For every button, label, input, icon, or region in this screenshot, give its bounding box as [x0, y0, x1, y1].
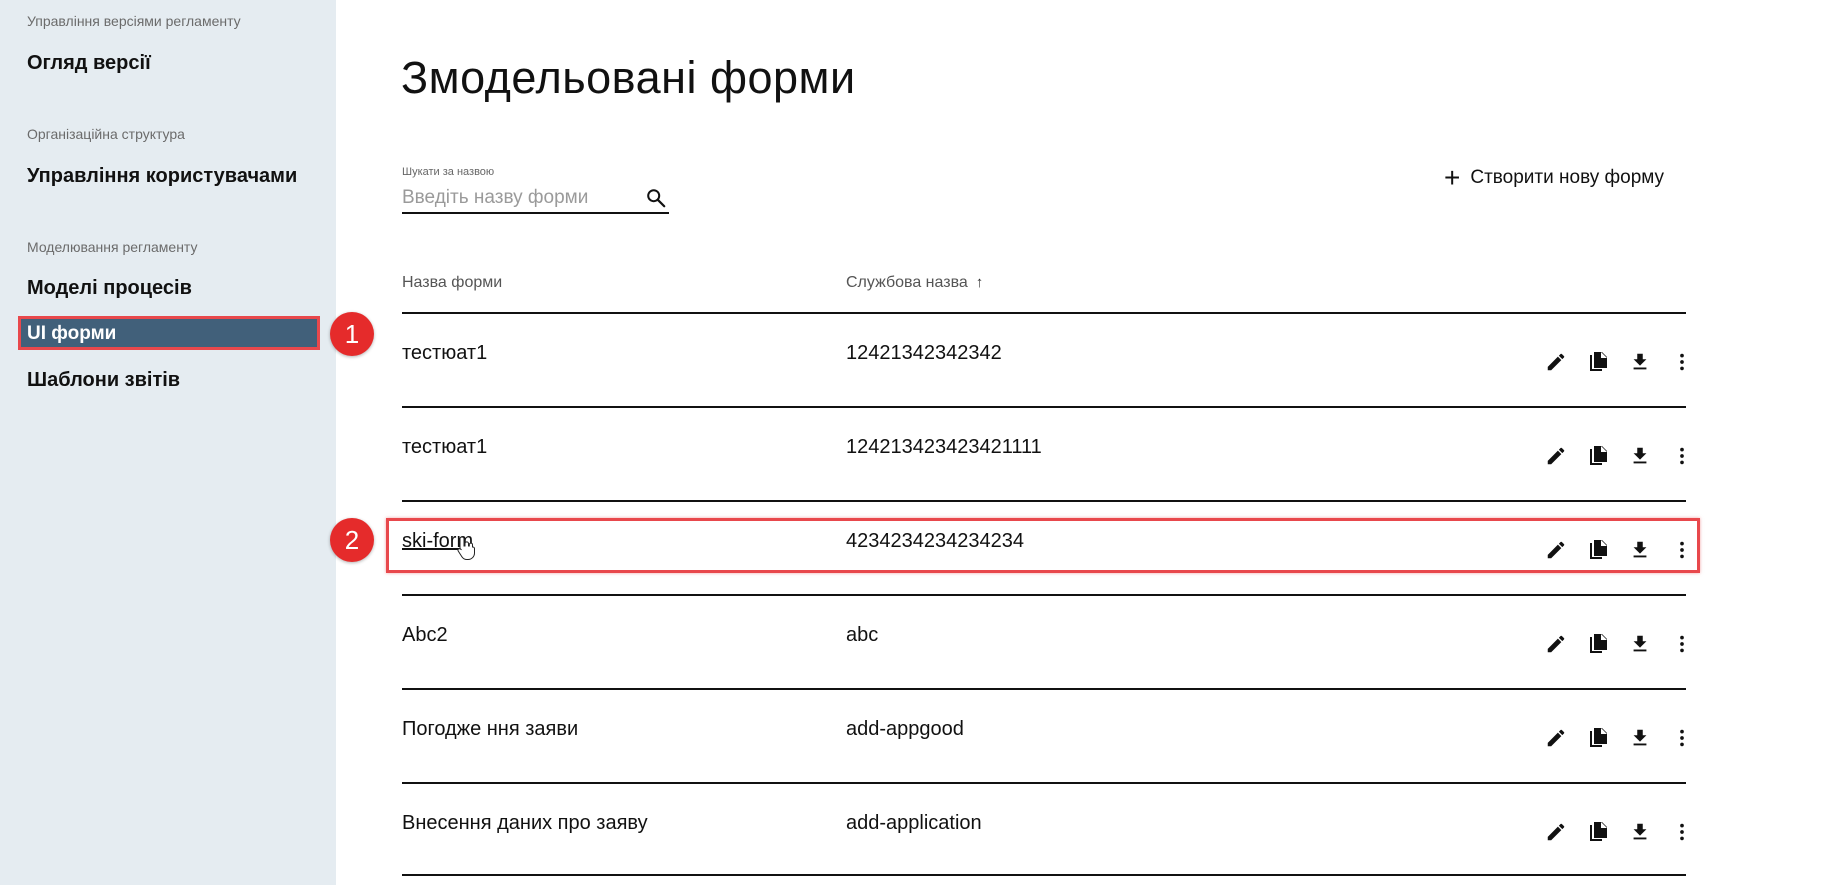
copy-icon[interactable] — [1584, 348, 1611, 375]
more-vertical-icon[interactable] — [1668, 442, 1695, 469]
sidebar-item-report-templates[interactable]: Шаблони звітів — [27, 369, 180, 392]
row-actions — [1542, 818, 1695, 845]
more-vertical-icon[interactable] — [1668, 724, 1695, 751]
download-icon[interactable] — [1626, 630, 1653, 657]
create-form-label: Створити нову форму — [1470, 167, 1665, 188]
form-name-link[interactable]: Погодже ння заяви — [402, 718, 578, 741]
column-header-service-name[interactable]: Службова назва ↑ — [846, 274, 983, 292]
download-icon[interactable] — [1626, 818, 1653, 845]
pencil-icon[interactable] — [1542, 442, 1569, 469]
form-name-link[interactable]: тестюат1 — [402, 436, 487, 459]
sidebar: Управління версіями регламенту Огляд вер… — [0, 0, 336, 885]
pencil-icon[interactable] — [1542, 724, 1569, 751]
download-icon[interactable] — [1626, 724, 1653, 751]
row-actions — [1542, 724, 1695, 751]
table-row: тестюат1 124213423423421111 — [402, 406, 1686, 500]
sidebar-section-org-structure: Організаційна структура — [27, 126, 185, 142]
form-name-link[interactable]: Внесення даних про заяву — [402, 812, 648, 835]
download-icon[interactable] — [1626, 348, 1653, 375]
search-row — [402, 184, 669, 214]
form-name-link[interactable]: тестюат1 — [402, 342, 487, 365]
column-header-service-name-label: Службова назва — [846, 274, 968, 291]
table-row: Внесення даних про заяву add-application — [402, 782, 1686, 876]
table-bottom-divider — [402, 874, 1686, 876]
service-name: add-application — [846, 812, 982, 834]
copy-icon[interactable] — [1584, 442, 1611, 469]
column-header-form-name-label: Назва форми — [402, 274, 503, 291]
more-vertical-icon[interactable] — [1668, 818, 1695, 845]
copy-icon[interactable] — [1584, 724, 1611, 751]
row-actions — [1542, 442, 1695, 469]
sidebar-item-ui-forms[interactable]: UI форми — [18, 316, 320, 350]
service-name: abc — [846, 624, 879, 646]
copy-icon[interactable] — [1584, 630, 1611, 657]
row-highlight-frame — [386, 518, 1700, 573]
plus-icon: + — [1444, 162, 1461, 193]
search-field: Шукати за назвою — [402, 166, 669, 214]
sidebar-item-version-overview[interactable]: Огляд версії — [27, 52, 151, 75]
column-header-form-name[interactable]: Назва форми — [402, 274, 502, 292]
search-icon[interactable] — [645, 187, 667, 209]
annotation-badge-2: 2 — [330, 518, 374, 562]
page-title: Змодельовані форми — [401, 52, 856, 103]
sidebar-item-user-management[interactable]: Управління користувачами — [27, 165, 297, 188]
sort-arrow-up-icon: ↑ — [975, 274, 984, 291]
hand-cursor-icon — [457, 536, 475, 560]
table-row: Abc2 abc — [402, 594, 1686, 688]
service-name: 12421342342342 — [846, 342, 1002, 364]
sidebar-section-version-management: Управління версіями регламенту — [27, 13, 241, 29]
more-vertical-icon[interactable] — [1668, 348, 1695, 375]
row-actions — [1542, 630, 1695, 657]
download-icon[interactable] — [1626, 442, 1653, 469]
sidebar-section-regulation-modeling: Моделювання регламенту — [27, 239, 198, 255]
row-actions — [1542, 348, 1695, 375]
annotation-badge-1: 1 — [330, 312, 374, 356]
more-vertical-icon[interactable] — [1668, 630, 1695, 657]
copy-icon[interactable] — [1584, 818, 1611, 845]
service-name: add-appgood — [846, 718, 964, 740]
create-form-button[interactable]: + Створити нову форму — [1444, 162, 1665, 193]
search-input[interactable] — [402, 184, 632, 209]
sidebar-item-process-models[interactable]: Моделі процесів — [27, 277, 192, 300]
search-label: Шукати за назвою — [402, 166, 495, 178]
pencil-icon[interactable] — [1542, 348, 1569, 375]
service-name: 124213423423421111 — [846, 436, 1042, 458]
form-name-link[interactable]: Abc2 — [402, 624, 448, 647]
table-row: Погодже ння заяви add-appgood — [402, 688, 1686, 782]
table-row: тестюат1 12421342342342 — [402, 312, 1686, 406]
pencil-icon[interactable] — [1542, 630, 1569, 657]
pencil-icon[interactable] — [1542, 818, 1569, 845]
